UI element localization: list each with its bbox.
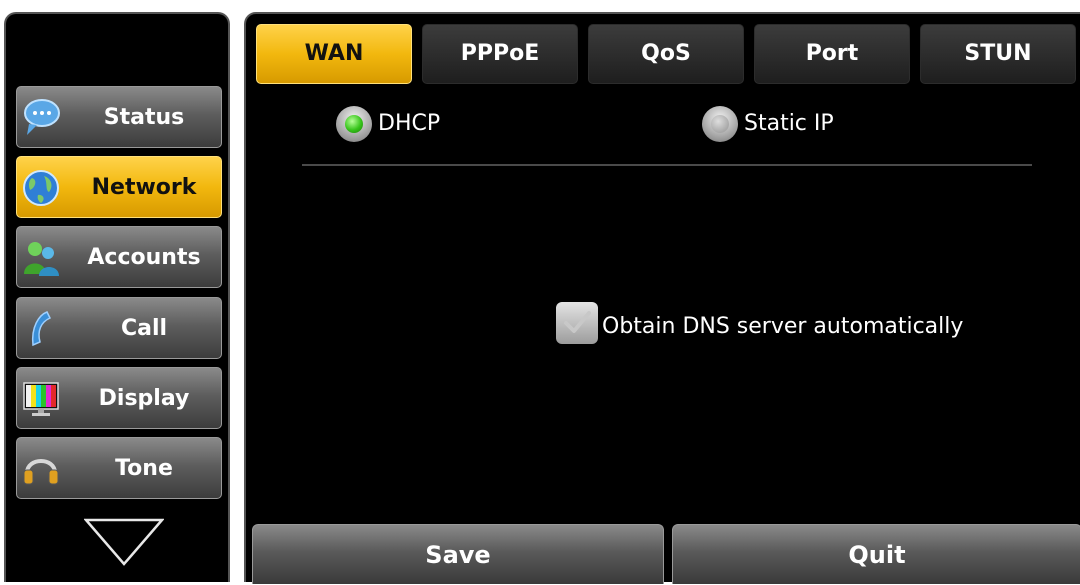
- color-bars-monitor-icon: [23, 382, 59, 416]
- tab-stun[interactable]: STUN: [920, 24, 1076, 84]
- sidebar-item-label: Status: [103, 105, 185, 130]
- globe-icon: [23, 170, 59, 206]
- sidebar-item-label: Network: [91, 175, 197, 200]
- headphones-icon: [23, 459, 59, 485]
- sidebar-item-label: Call: [120, 316, 168, 341]
- tab-wan[interactable]: WAN: [256, 24, 412, 84]
- tab-pppoe[interactable]: PPPoE: [422, 24, 578, 84]
- static-ip-radio[interactable]: [702, 106, 738, 142]
- dns-auto-checkbox[interactable]: [556, 302, 598, 344]
- save-button[interactable]: Save: [252, 524, 664, 584]
- users-icon: [24, 242, 59, 276]
- sidebar-item-label: Display: [98, 386, 190, 411]
- divider: [302, 164, 1032, 166]
- dhcp-radio[interactable]: [336, 106, 372, 142]
- static-ip-label: Static IP: [744, 111, 834, 136]
- sidebar-item-status[interactable]: Status: [16, 86, 222, 148]
- quit-button[interactable]: Quit: [672, 524, 1080, 584]
- radio-unselected-dot: [711, 115, 729, 133]
- sidebar-item-label: Tone: [115, 456, 173, 481]
- radio-selected-dot: [345, 115, 363, 133]
- chevron-down-icon[interactable]: [84, 518, 164, 568]
- sidebar-item-network[interactable]: Network: [16, 156, 222, 218]
- tab-port[interactable]: Port: [754, 24, 910, 84]
- main-panel: WAN PPPoE QoS Port STUN DHCP Static IP O…: [244, 12, 1080, 584]
- sidebar-item-label: Accounts: [87, 245, 201, 270]
- sidebar-item-call[interactable]: Call: [16, 297, 222, 359]
- dhcp-label: DHCP: [378, 111, 441, 136]
- tab-qos[interactable]: QoS: [588, 24, 744, 84]
- dns-auto-label: Obtain DNS server automatically: [602, 314, 964, 339]
- speech-bubble-icon: [24, 99, 60, 135]
- sidebar-item-tone[interactable]: Tone: [16, 437, 222, 499]
- phone-handset-icon: [31, 311, 52, 347]
- sidebar-item-accounts[interactable]: Accounts: [16, 226, 222, 288]
- sidebar: Status Network Accounts Call Display Ton…: [4, 12, 230, 582]
- checkmark-icon: [564, 311, 591, 333]
- sidebar-item-display[interactable]: Display: [16, 367, 222, 429]
